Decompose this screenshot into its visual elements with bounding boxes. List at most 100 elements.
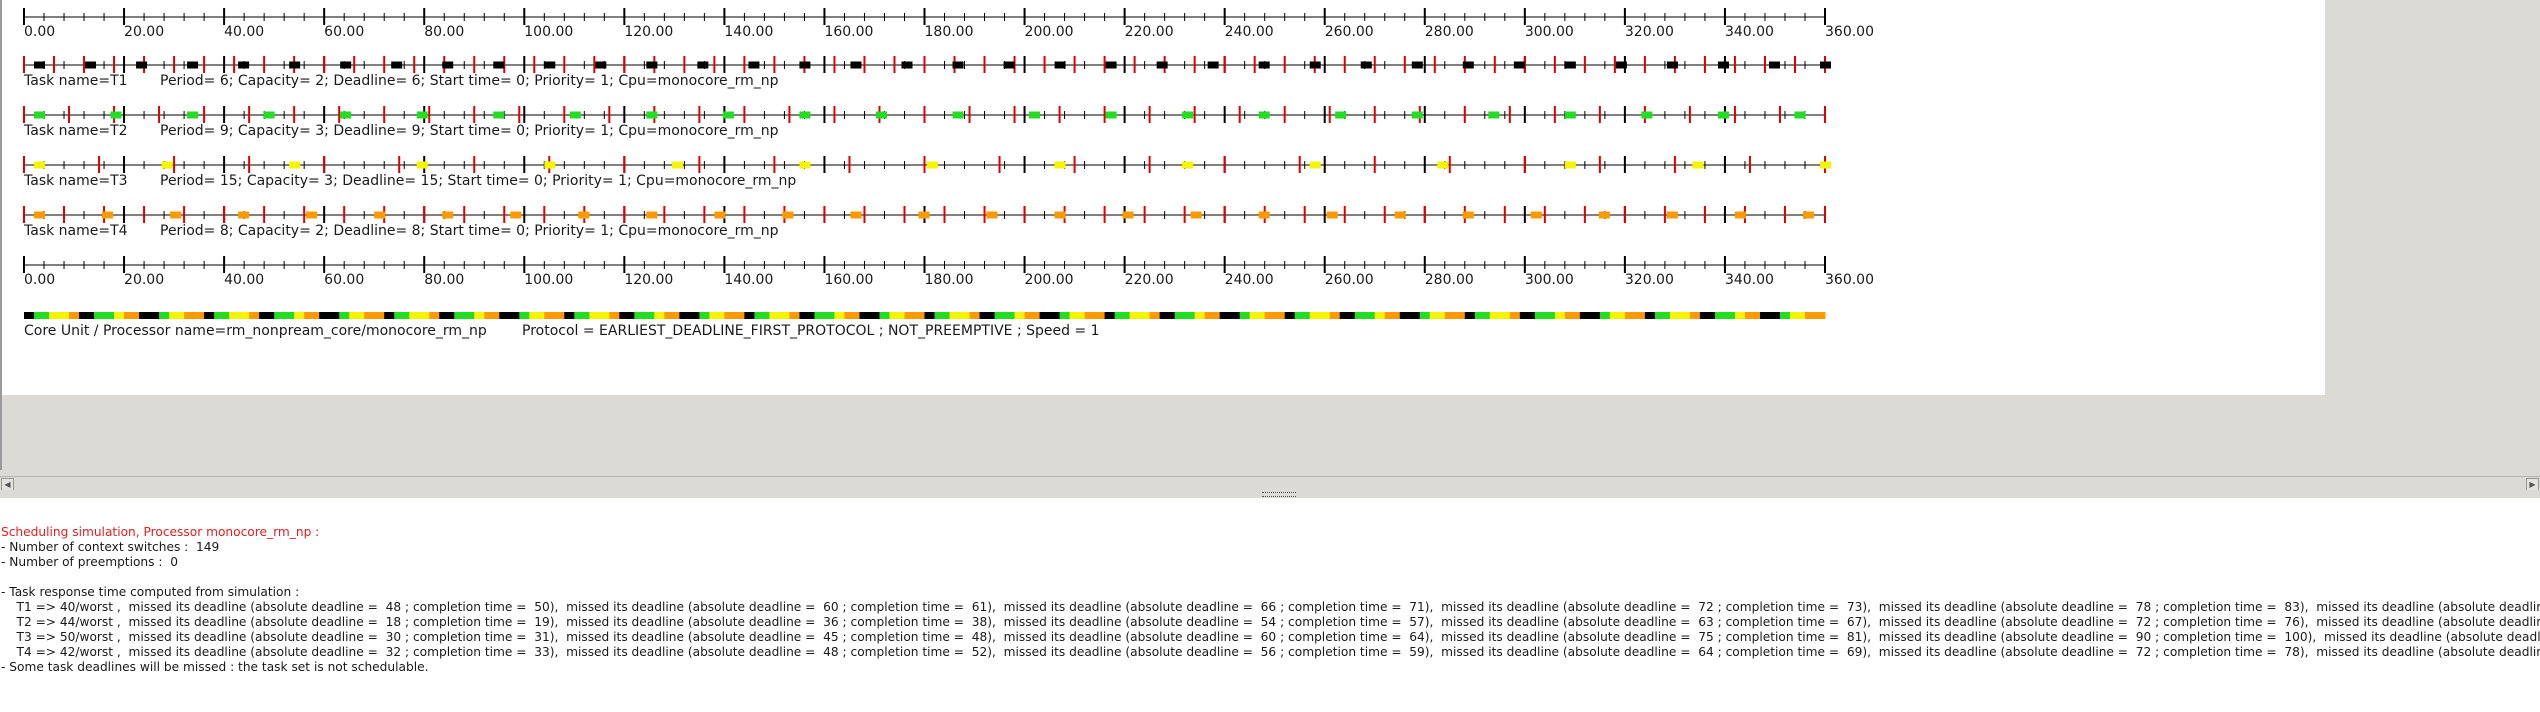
execution-block — [1819, 161, 1831, 169]
execution-block — [927, 161, 939, 169]
processor-segment — [364, 312, 385, 319]
processor-segment — [1474, 312, 1491, 319]
processor-segment — [79, 312, 95, 319]
execution-block — [595, 61, 607, 69]
execution-block — [1309, 61, 1321, 69]
processor-segment — [1519, 312, 1536, 319]
tick-label: 260.00 — [1325, 24, 1374, 40]
execution-block — [306, 211, 318, 219]
tick-label: 360.00 — [1825, 24, 1874, 40]
processor-segment — [1509, 312, 1521, 319]
tick-label: 300.00 — [1525, 24, 1574, 40]
processor-segment — [429, 312, 440, 319]
execution-block — [1462, 61, 1474, 69]
processor-segment — [94, 312, 115, 319]
processor-segment — [1294, 312, 1311, 319]
processor-protocol-label: Protocol = EARLIEST_DEADLINE_FIRST_PROTO… — [522, 323, 1100, 339]
task-name-label: Task name=T4 — [23, 223, 128, 239]
execution-block — [493, 111, 505, 119]
execution-block — [544, 61, 556, 69]
task-name-label: Task name=T3 — [23, 173, 128, 189]
processor-segment — [1714, 312, 1736, 319]
execution-block — [714, 211, 726, 219]
tick-label: 300.00 — [1525, 272, 1574, 288]
execution-block — [952, 111, 964, 119]
timeline-chart: 0.00 20.00 40.00 60.00 80.00 100.00 120.00 140.… — [23, 8, 1874, 339]
processor-segment — [69, 312, 80, 319]
tick-label: 360.00 — [1825, 272, 1874, 288]
tick-label: 160.00 — [824, 272, 873, 288]
tick-label: 100.00 — [524, 272, 573, 288]
scheduling-canvas[interactable]: 0.00 20.00 40.00 60.00 80.00 100.00 120.00 140.… — [0, 0, 2540, 470]
processor-segment — [439, 312, 455, 319]
execution-block — [875, 111, 887, 119]
processor-segment — [724, 312, 745, 319]
processor-segment — [949, 312, 971, 319]
processor-segment — [1354, 312, 1376, 319]
execution-block — [510, 211, 522, 219]
execution-block — [1335, 111, 1347, 119]
execution-block — [1564, 161, 1576, 169]
scrollbar-thumb[interactable] — [15, 479, 2525, 488]
execution-block — [85, 61, 97, 69]
tick-label: 20.00 — [124, 272, 164, 288]
processor-segment — [1219, 312, 1241, 319]
processor-segment — [184, 312, 205, 319]
execution-block — [782, 211, 794, 219]
tick-label: 320.00 — [1625, 272, 1674, 288]
processor-segment — [169, 312, 185, 319]
splitter-grip-icon[interactable] — [1262, 492, 1296, 497]
execution-block — [799, 61, 811, 69]
output-title: Scheduling simulation, Processor monocor… — [1, 525, 320, 539]
processor-segment — [1069, 312, 1086, 319]
execution-block — [1488, 111, 1500, 119]
execution-block — [1394, 211, 1406, 219]
execution-block — [391, 61, 403, 69]
execution-block — [374, 211, 386, 219]
processor-segment — [1744, 312, 1761, 319]
output-line: T4 => 42/worst , missed its deadline (ab… — [1, 645, 2540, 659]
execution-block — [416, 111, 428, 119]
execution-block — [1411, 111, 1423, 119]
processor-segment — [679, 312, 700, 319]
processor-segment — [814, 312, 835, 319]
execution-block — [493, 61, 505, 69]
execution-block — [1054, 211, 1066, 219]
output-line: T1 => 40/worst , missed its deadline (ab… — [1, 600, 2540, 614]
output-line: - Number of context switches : 149 — [1, 540, 220, 554]
processor-segment — [1039, 312, 1061, 319]
processor-segment — [1374, 312, 1386, 319]
processor-segment — [859, 312, 880, 319]
tick-label: 40.00 — [224, 24, 264, 40]
tick-label: 60.00 — [324, 24, 364, 40]
processor-segment — [1309, 312, 1331, 319]
processor-segment — [454, 312, 475, 319]
processor-name-label: Core Unit / Processor name=rm_nonpream_c… — [24, 323, 487, 339]
execution-block — [1258, 111, 1270, 119]
tick-label: 20.00 — [124, 24, 164, 40]
processor-segment — [1789, 312, 1806, 319]
tick-label: 180.00 — [925, 24, 974, 40]
processor-segment — [1239, 312, 1251, 319]
processor-segment — [1779, 312, 1791, 319]
processor-segment — [994, 312, 1016, 319]
processor-segment — [1599, 312, 1611, 319]
execution-block — [1182, 111, 1194, 119]
processor-segment — [544, 312, 565, 319]
tick-label: 240.00 — [1225, 24, 1274, 40]
execution-block — [646, 61, 658, 69]
processor-segment — [744, 312, 755, 319]
processor-segment — [1194, 312, 1206, 319]
task-params-label: Period= 8; Capacity= 2; Deadline= 8; Sta… — [160, 223, 779, 239]
pane-splitter[interactable] — [0, 490, 2540, 498]
processor-segment — [834, 312, 845, 319]
processor-segment — [1384, 312, 1401, 319]
processor-segment — [1464, 312, 1476, 319]
processor-segment — [969, 312, 981, 319]
tick-label: 100.00 — [524, 24, 573, 40]
execution-block — [918, 211, 930, 219]
processor-segment — [754, 312, 770, 319]
tick-label: 200.00 — [1025, 24, 1074, 40]
execution-block — [671, 161, 683, 169]
processor-segment — [1204, 312, 1221, 319]
